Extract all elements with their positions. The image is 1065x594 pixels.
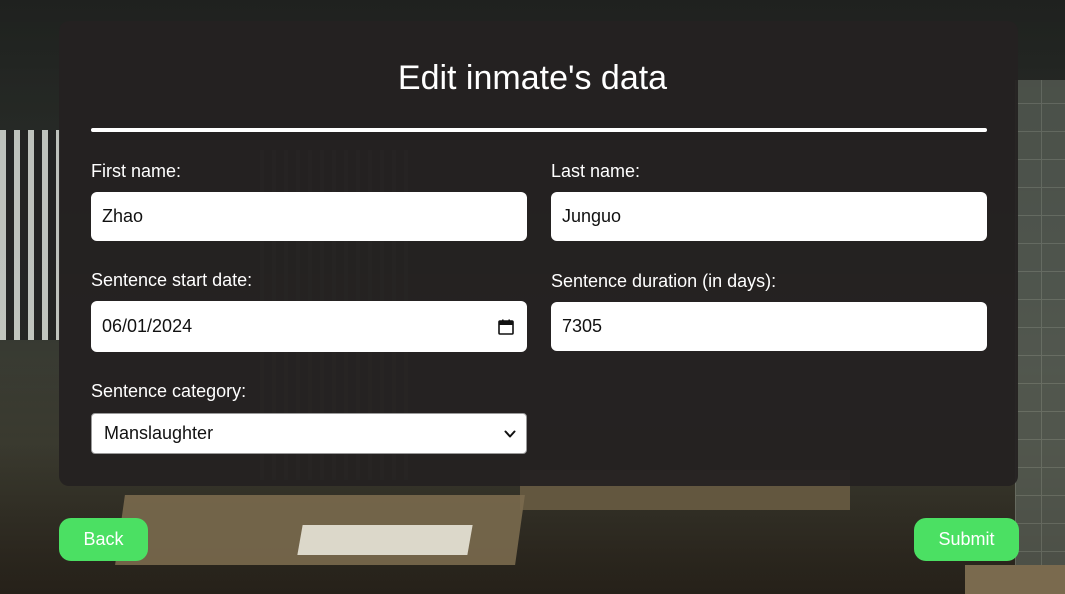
background-table <box>965 565 1065 594</box>
submit-button[interactable]: Submit <box>914 518 1019 561</box>
calendar-icon[interactable] <box>498 319 514 335</box>
background-barred-window <box>0 130 60 340</box>
duration-value: 7305 <box>562 316 603 336</box>
first-name-label: First name: <box>91 161 182 181</box>
category-label: Sentence category: <box>91 381 247 401</box>
page-title: Edit inmate's data <box>397 59 668 97</box>
category-selected-value: Manslaughter <box>104 423 214 443</box>
back-button[interactable]: Back <box>59 518 148 561</box>
last-name-input[interactable]: Junguo <box>551 192 987 241</box>
chevron-down-icon <box>504 429 516 439</box>
title-divider <box>91 128 987 132</box>
duration-label: Sentence duration (in days): <box>551 271 777 291</box>
start-date-input[interactable]: 06/01/2024 <box>91 301 527 352</box>
background-papers <box>297 525 473 555</box>
last-name-label: Last name: <box>551 161 641 181</box>
first-name-input[interactable]: Zhao <box>91 192 527 241</box>
last-name-value: Junguo <box>562 206 622 226</box>
start-date-label: Sentence start date: <box>91 270 253 290</box>
background-tiled-wall <box>1015 80 1065 580</box>
page: Edit inmate's data First name: Zhao Last… <box>0 0 1065 594</box>
start-date-value: 06/01/2024 <box>102 316 193 336</box>
duration-input[interactable]: 7305 <box>551 302 987 351</box>
first-name-value: Zhao <box>102 206 144 226</box>
category-select[interactable]: Manslaughter <box>91 413 527 454</box>
